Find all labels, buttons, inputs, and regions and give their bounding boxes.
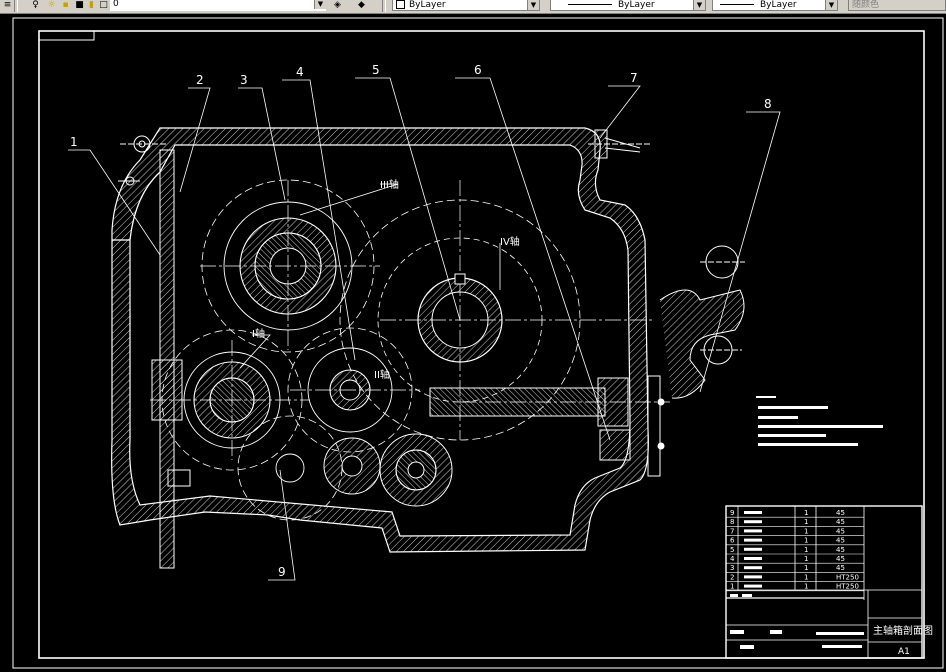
table-cell-qty: 1 bbox=[804, 546, 808, 554]
plotstyle-combo[interactable]: 随颜色 bbox=[848, 0, 946, 11]
gearbox-housing bbox=[111, 127, 649, 553]
linetype-combo-value: ByLayer bbox=[618, 0, 655, 10]
table-cell-material: 45 bbox=[836, 546, 845, 554]
table-cell-no: 2 bbox=[730, 573, 734, 581]
table-cell-qty: 1 bbox=[804, 583, 808, 591]
shaft-ii-label: II轴 bbox=[374, 368, 390, 381]
table-cell-name bbox=[744, 511, 762, 514]
layer-combo[interactable]: 0 ▼ bbox=[110, 0, 326, 11]
table-cell-material: 45 bbox=[836, 518, 845, 526]
plotstyle-combo-value: 随颜色 bbox=[852, 0, 880, 10]
table-cell-name bbox=[744, 538, 762, 542]
callout-7: 7 bbox=[630, 71, 638, 85]
layer-visible-icon: □ bbox=[99, 0, 108, 10]
table-cell-no: 8 bbox=[730, 518, 734, 526]
layer-name: 0 bbox=[113, 0, 119, 9]
toolbar-separator bbox=[382, 0, 386, 12]
layer-prev-icon[interactable]: ◈ bbox=[332, 0, 343, 11]
table-cell-name bbox=[744, 547, 762, 551]
drawing-title: 主轴箱剖面图 bbox=[873, 624, 933, 637]
shaft-iv-label: IV轴 bbox=[500, 235, 520, 248]
lineweight-sample bbox=[720, 4, 754, 5]
table-cell-qty: 1 bbox=[804, 564, 808, 572]
table-cell-material: 45 bbox=[836, 537, 845, 545]
linetype-sample bbox=[568, 4, 612, 5]
callout-3: 3 bbox=[240, 73, 248, 87]
toolbar-separator bbox=[14, 0, 18, 12]
table-cell-qty: 1 bbox=[804, 573, 808, 581]
callout-4: 4 bbox=[296, 65, 304, 79]
chevron-down-icon[interactable]: ▼ bbox=[314, 0, 326, 9]
table-cell-material: 45 bbox=[836, 555, 845, 563]
layers-icon[interactable]: ≡ bbox=[2, 0, 13, 11]
lock-icon[interactable]: ▪ bbox=[60, 0, 71, 11]
table-cell-no: 6 bbox=[730, 537, 735, 545]
layer-properties-toolbar: ≡ ♀ ☼ ▪ ■ ▮ □ 0 ▼ ◈ ◆ ByLayer ▼ ByLayer … bbox=[0, 0, 946, 14]
table-cell-material: 45 bbox=[836, 564, 845, 572]
shaft-i-label: I轴 bbox=[252, 327, 265, 340]
callout-9: 9 bbox=[278, 565, 286, 579]
table-cell-qty: 1 bbox=[804, 509, 808, 517]
table-cell-no: 7 bbox=[730, 527, 734, 535]
color-swatch-icon bbox=[396, 0, 405, 9]
table-cell-no: 9 bbox=[730, 509, 734, 517]
callout-8: 8 bbox=[764, 97, 772, 111]
shaft-iii-label: III轴 bbox=[380, 178, 399, 191]
table-cell-material: HT250 bbox=[836, 573, 859, 581]
color-combo-value: ByLayer bbox=[409, 0, 446, 10]
table-cell-qty: 1 bbox=[804, 555, 808, 563]
sun-icon[interactable]: ☼ bbox=[46, 0, 57, 11]
chevron-down-icon[interactable]: ▼ bbox=[693, 0, 705, 10]
table-cell-name bbox=[744, 566, 762, 570]
table-cell-name bbox=[744, 557, 762, 560]
table-cell-material: 45 bbox=[836, 527, 845, 535]
chevron-down-icon[interactable]: ▼ bbox=[527, 0, 539, 10]
table-cell-name bbox=[744, 575, 762, 579]
chevron-down-icon[interactable]: ▼ bbox=[825, 0, 837, 10]
lineweight-combo[interactable]: ByLayer ▼ bbox=[712, 0, 838, 11]
callout-6: 6 bbox=[474, 63, 482, 77]
table-cell-qty: 1 bbox=[804, 527, 808, 535]
callout-5: 5 bbox=[372, 63, 380, 77]
layer-color-icon: ▮ bbox=[89, 0, 94, 10]
drawing-canvas[interactable]: 1 2 3 4 5 6 7 8 9 III轴 IV轴 I轴 II轴 9 1 45… bbox=[0, 14, 946, 672]
lineweight-combo-value: ByLayer bbox=[760, 0, 797, 10]
table-cell-no: 5 bbox=[730, 546, 734, 554]
table-cell-material: HT250 bbox=[836, 583, 859, 591]
color-square-icon[interactable]: ■ bbox=[74, 0, 85, 11]
table-cell-no: 3 bbox=[730, 564, 734, 572]
callout-2: 2 bbox=[196, 73, 204, 87]
layer-states-icon[interactable]: ◆ bbox=[356, 0, 367, 11]
callout-1: 1 bbox=[70, 135, 78, 149]
table-cell-qty: 1 bbox=[804, 537, 808, 545]
sheet-size: A1 bbox=[898, 647, 910, 657]
color-combo[interactable]: ByLayer ▼ bbox=[392, 0, 540, 11]
table-cell-qty: 1 bbox=[804, 518, 808, 526]
table-cell-name bbox=[744, 529, 762, 533]
linetype-combo[interactable]: ByLayer ▼ bbox=[550, 0, 706, 11]
table-cell-name bbox=[744, 520, 762, 524]
table-cell-no: 4 bbox=[730, 555, 735, 563]
bulb-icon[interactable]: ♀ bbox=[30, 0, 41, 11]
table-cell-material: 45 bbox=[836, 509, 845, 517]
table-cell-name bbox=[744, 584, 762, 588]
table-cell-no: 1 bbox=[730, 583, 734, 591]
